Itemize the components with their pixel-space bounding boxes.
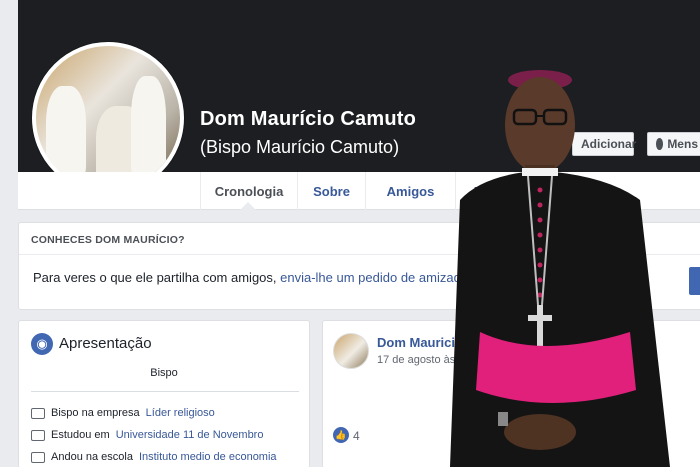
intro-university-item: Estudou em Universidade 11 de Novembro	[31, 429, 263, 441]
pectoral-cross-vertical	[537, 305, 543, 347]
profile-name: Dom Maurício Camuto	[200, 108, 417, 130]
suggestion-prefix: Para veres o que ele partilha com amigos…	[33, 270, 281, 285]
intro-school-prefix: Andou na escola	[51, 451, 133, 463]
head	[505, 77, 575, 173]
intro-work-link[interactable]: Líder religioso	[146, 407, 215, 419]
photo-figure	[131, 76, 166, 176]
intro-university-prefix: Estudou em	[51, 429, 110, 441]
collar	[522, 168, 558, 176]
pectoral-cross-horizontal	[528, 315, 552, 321]
tab-about[interactable]: Sobre	[298, 172, 366, 210]
intro-school-link[interactable]: Instituto medio de economia	[139, 451, 277, 463]
hands	[504, 414, 576, 450]
profile-alternate-name: (Bispo Maurício Camuto)	[200, 137, 400, 157]
post-author-avatar[interactable]	[333, 333, 369, 369]
divider	[31, 391, 299, 392]
intro-bio: Bispo	[150, 367, 178, 379]
like-count[interactable]: 4	[353, 429, 360, 443]
intro-title: Apresentação	[59, 335, 152, 352]
suggestion-title: CONHECES DOM MAURÍCIO?	[31, 234, 185, 246]
graduation-cap-icon	[31, 429, 45, 441]
add-friend-card-button[interactable]	[689, 267, 700, 295]
bishop-portrait	[450, 70, 670, 467]
intro-work-item: Bispo na empresa Líder religioso	[31, 407, 215, 419]
like-icon: 👍	[333, 427, 349, 443]
suggestion-text: Para veres o que ele partilha com amigos…	[33, 270, 468, 285]
graduation-cap-icon	[31, 451, 45, 463]
intro-school-item: Andou na escola Instituto medio de econo…	[31, 451, 277, 463]
photo-figure	[46, 86, 86, 176]
globe-icon: ◉	[31, 333, 53, 355]
watch	[498, 412, 508, 426]
briefcase-icon	[31, 407, 45, 419]
intro-work-prefix: Bispo na empresa	[51, 407, 140, 419]
active-tab-indicator	[240, 202, 256, 210]
intro-card: ◉ Apresentação Bispo Bispo na empresa Lí…	[18, 320, 310, 467]
intro-university-link[interactable]: Universidade 11 de Novembro	[116, 429, 264, 441]
